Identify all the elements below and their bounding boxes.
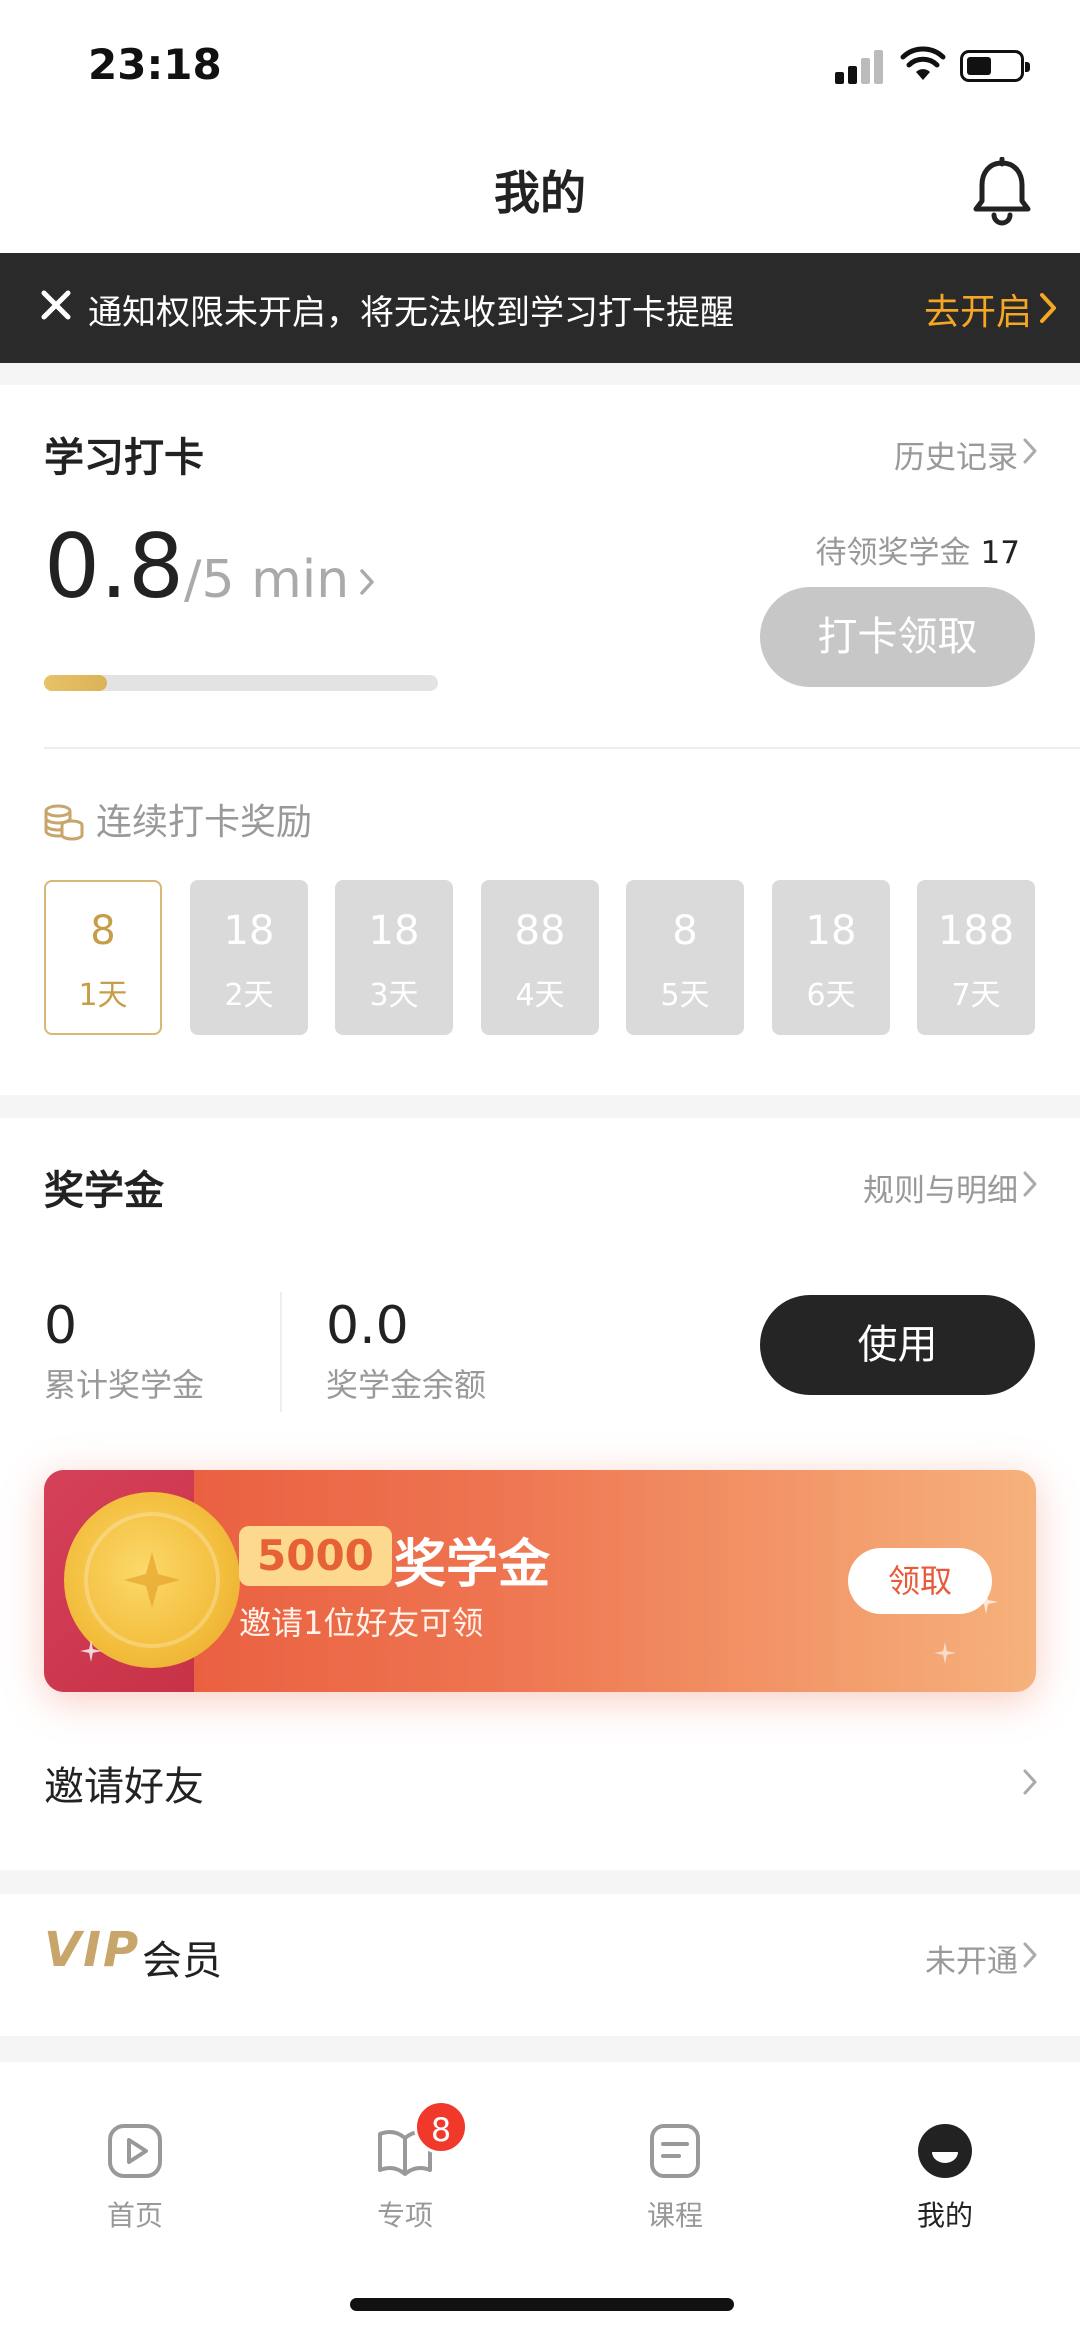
chevron-right-icon <box>1023 1171 1037 1197</box>
chevron-right-icon[interactable] <box>1022 1768 1038 1796</box>
chevron-right-icon <box>360 569 374 595</box>
study-progress-fill <box>44 675 108 691</box>
vip-label: 会员 <box>142 1938 222 1984</box>
use-scholarship-button[interactable]: 使用 <box>760 1295 1035 1395</box>
balance-value: 0.0 <box>326 1296 409 1356</box>
open-book-icon: 8 <box>376 2100 468 2180</box>
streak-day-label: 5天 <box>660 978 710 1013</box>
document-icon <box>646 2122 704 2180</box>
scholarship-title: 奖学金 <box>44 1168 164 1214</box>
profile-face-icon <box>916 2122 974 2180</box>
vip-logo: VIP <box>44 1922 141 1978</box>
chevron-right-icon <box>1023 1942 1037 1968</box>
page-title: 我的 <box>494 166 586 220</box>
home-indicator <box>350 2298 734 2311</box>
checkin-title: 学习打卡 <box>44 435 204 481</box>
tab-label: 课程 <box>646 2199 703 2232</box>
sparkle-icon <box>974 1590 998 1614</box>
checkin-claim-button[interactable]: 打卡领取 <box>760 587 1035 687</box>
history-link[interactable]: 历史记录 <box>894 432 1018 477</box>
notification-permission-banner: 通知权限未开启，将无法收到学习打卡提醒 去开启 <box>0 253 1080 363</box>
streak-day-amount: 18 <box>223 908 275 954</box>
study-progress-bar <box>44 675 438 691</box>
pending-value: 17 <box>980 535 1020 571</box>
enable-notifications-link[interactable]: 去开启 <box>924 283 1032 335</box>
rules-link[interactable]: 规则与明细 <box>863 1165 1018 1210</box>
status-bar: 23:18 <box>0 0 1080 135</box>
bell-icon[interactable] <box>970 157 1034 227</box>
status-time: 23:18 <box>88 40 222 89</box>
streak-day-label: 4天 <box>515 978 565 1013</box>
minutes-goal: /5 min <box>183 550 350 610</box>
tab-label: 首页 <box>106 2199 163 2232</box>
notification-badge: 8 <box>414 2100 468 2154</box>
minutes-done: 0.8 <box>44 515 184 618</box>
total-scholarship-value: 0 <box>44 1296 78 1356</box>
battery-icon <box>960 50 1030 82</box>
streak-day-2[interactable]: 18 2天 <box>190 880 308 1035</box>
page-header: 我的 <box>0 135 1080 253</box>
vip-status[interactable]: 未开通 <box>925 1936 1018 1981</box>
streak-day-amount: 18 <box>368 908 420 954</box>
streak-day-amount: 8 <box>672 908 698 954</box>
streak-day-amount: 88 <box>514 908 566 954</box>
promo-title: 奖学金 <box>394 1535 551 1595</box>
tab-label: 专项 <box>376 2199 433 2232</box>
cell-signal-icon <box>835 48 887 84</box>
tab-special[interactable]: 8 专项 <box>305 2100 505 2234</box>
pending-scholarship: 待领奖学金 17 <box>816 527 1020 572</box>
streak-day-7[interactable]: 188 7天 <box>917 880 1035 1035</box>
balance-label: 奖学金余额 <box>326 1366 487 1404</box>
streak-day-amount: 188 <box>937 908 1015 954</box>
streak-day-label: 2天 <box>224 978 274 1013</box>
notice-message: 通知权限未开启，将无法收到学习打卡提醒 <box>88 293 734 333</box>
tab-label: 我的 <box>916 2199 973 2232</box>
total-scholarship-label: 累计奖学金 <box>44 1366 205 1404</box>
promo-claim-button[interactable]: 领取 <box>848 1548 992 1614</box>
checkin-card: 学习打卡 历史记录 0.8/5 min 待领奖学金 17 打卡领取 连续打卡奖励 … <box>0 385 1080 1095</box>
scholarship-card: 奖学金 规则与明细 0 累计奖学金 0.0 奖学金余额 使用 5000 奖学金 … <box>0 1118 1080 1870</box>
sparkle-icon <box>934 1642 956 1664</box>
tab-courses[interactable]: 课程 <box>575 2122 775 2234</box>
divider <box>280 1292 282 1412</box>
chevron-right-icon <box>1040 293 1056 323</box>
streak-day-4[interactable]: 88 4天 <box>481 880 599 1035</box>
tab-mine[interactable]: 我的 <box>845 2122 1045 2234</box>
streak-day-6[interactable]: 18 6天 <box>772 880 890 1035</box>
play-icon <box>106 2122 164 2180</box>
wifi-icon <box>900 46 946 80</box>
tab-home[interactable]: 首页 <box>35 2122 235 2234</box>
streak-day-5[interactable]: 8 5天 <box>626 880 744 1035</box>
streak-day-1[interactable]: 8 1天 <box>44 880 162 1035</box>
vip-card[interactable]: VIP 会员 未开通 <box>0 1894 1080 2036</box>
streak-reward-title: 连续打卡奖励 <box>96 802 313 843</box>
streak-day-3[interactable]: 18 3天 <box>335 880 453 1035</box>
study-minutes[interactable]: 0.8/5 min <box>44 515 378 618</box>
streak-day-label: 3天 <box>369 978 419 1013</box>
pending-label: 待领奖学金 <box>815 535 971 571</box>
bottom-tab-bar: 首页 8 专项 课程 我的 <box>0 2062 1080 2337</box>
divider <box>44 747 1080 749</box>
close-icon[interactable] <box>34 283 78 327</box>
chevron-right-icon <box>1023 438 1037 464</box>
invite-friends-row[interactable]: 邀请好友 <box>44 1754 204 1812</box>
streak-day-label: 7天 <box>951 978 1001 1013</box>
promo-subtitle: 邀请1位好友可领 <box>239 1604 484 1642</box>
coins-icon <box>44 804 84 841</box>
streak-day-label: 1天 <box>78 978 128 1013</box>
streak-day-amount: 8 <box>90 908 116 954</box>
invite-promo-banner[interactable]: 5000 奖学金 邀请1位好友可领 领取 <box>44 1470 1036 1692</box>
promo-amount: 5000 <box>239 1526 392 1586</box>
streak-day-amount: 18 <box>805 908 857 954</box>
streak-day-label: 6天 <box>806 978 856 1013</box>
sparkle-icon <box>80 1640 102 1662</box>
